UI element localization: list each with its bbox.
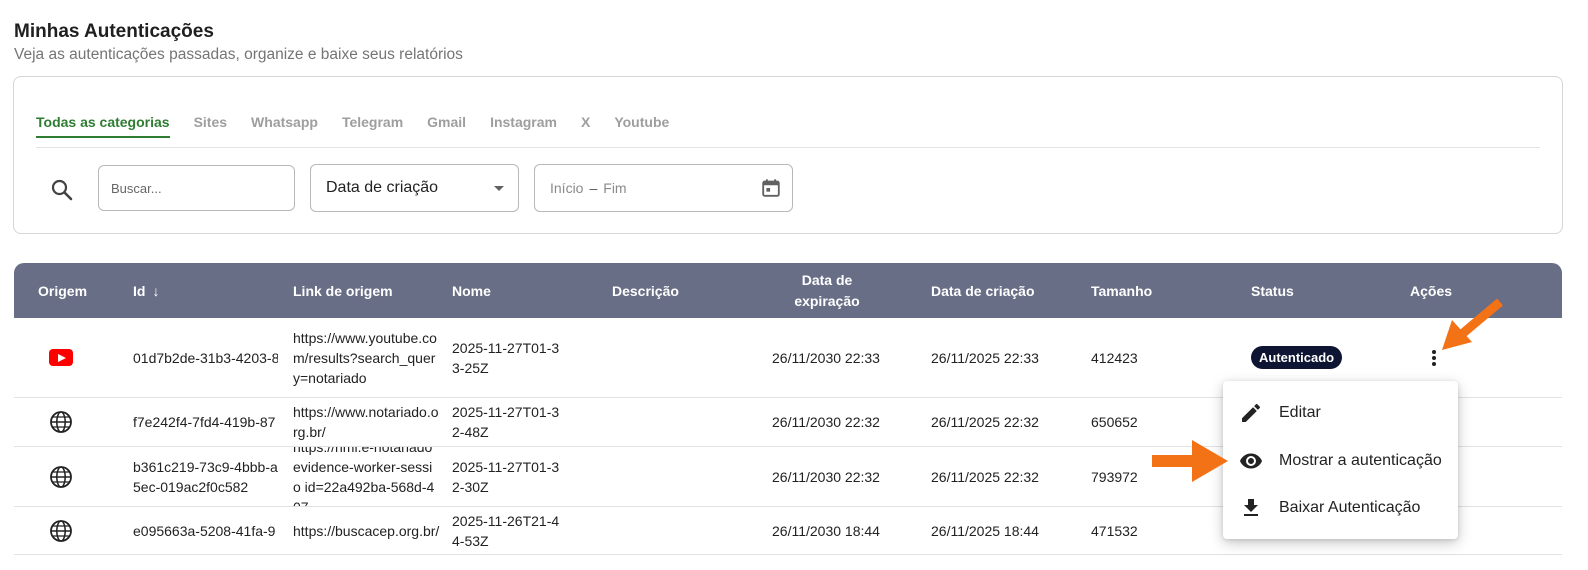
link-cell: https://buscacep.org.br/ [293,522,440,539]
name-cell: 2025-11-27T01-33-25Z [452,339,560,376]
id-cell: b361c219-73c9-4bbb-a5ec-019ac2f0c582 [133,458,278,495]
id-cell: 01d7b2de-31b3-4203-8 [133,349,278,366]
annotation-arrow-icon [1442,298,1503,350]
size-cell: 793972 [1091,468,1138,485]
pencil-icon [1242,403,1261,422]
menu-item-label: Baixar Autenticação [1279,498,1421,516]
col-tamanho: Tamanho [1091,282,1153,299]
tab-todas-as-categorias[interactable]: Todas as categorias [36,114,170,138]
origin-cell [49,447,73,506]
size-cell: 650652 [1091,414,1138,430]
col-nome: Nome [452,282,491,299]
col-descricao: Descrição [612,282,679,299]
expiration-cell: 26/11/2030 22:32 [772,468,880,485]
date-end-placeholder: Fim [603,180,627,196]
col-expiracao: Data de expiração [794,271,860,309]
expiration-cell: 26/11/2030 18:44 [772,522,880,539]
col-link: Link de origem [293,282,393,299]
eye-icon [1240,453,1262,468]
menu-item-baixar[interactable]: Baixar Autenticação [1223,484,1458,531]
name-cell: 2025-11-27T01-32-48Z [452,404,560,440]
origin-cell [49,398,73,446]
tab-whatsapp[interactable]: Whatsapp [251,114,318,138]
sort-select-value: Data de criação [326,179,439,196]
tab-gmail[interactable]: Gmail [427,114,466,138]
created-cell: 26/11/2025 22:32 [931,414,1039,430]
menu-item-editar[interactable]: Editar [1223,389,1458,436]
date-separator: – [589,180,598,196]
calendar-icon[interactable] [760,177,782,199]
filter-card: Todas as categorias Sites Whatsapp Teleg… [13,76,1563,234]
origin-cell [49,507,73,554]
col-criacao: Data de criação [931,282,1035,299]
col-id-label: Id [133,282,146,299]
row-actions-menu: Editar Mostrar a autenticação Baixar Aut… [1223,381,1458,539]
col-status: Status [1251,282,1294,299]
expiration-cell: 26/11/2030 22:33 [772,349,880,366]
page-title: Minhas Autenticações [14,21,214,42]
search-icon[interactable] [50,178,74,202]
category-tabs: Todas as categorias Sites Whatsapp Teleg… [36,114,693,138]
status-badge: Autenticado [1251,346,1343,369]
link-cell: https://hml.e-notariado evidence-worker-… [293,447,435,506]
date-start-placeholder: Início [550,180,584,196]
name-cell: 2025-11-26T21-44-53Z [452,512,560,549]
created-cell: 26/11/2025 22:32 [931,468,1039,485]
id-cell: e095663a-5208-41fa-9 [133,522,276,539]
link-cell: https://www.notariado.org.br/ [293,404,439,440]
tab-youtube[interactable]: Youtube [614,114,669,138]
created-cell: 26/11/2025 18:44 [931,522,1039,539]
id-cell: f7e242f4-7fd4-419b-87 [133,414,276,430]
created-cell: 26/11/2025 22:33 [931,349,1039,366]
tab-sites[interactable]: Sites [194,114,227,138]
expiration-cell: 26/11/2030 22:32 [772,414,880,430]
youtube-icon [49,349,73,366]
size-cell: 412423 [1091,349,1138,366]
menu-item-mostrar[interactable]: Mostrar a autenticação [1223,437,1458,484]
table-header: Origem Id ↓ Link de origem Nome Descriçã… [14,263,1562,318]
origin-cell [49,318,73,397]
tab-x[interactable]: X [581,114,590,138]
col-id[interactable]: Id ↓ [133,263,159,318]
page-subtitle: Veja as autenticações passadas, organize… [14,46,463,63]
name-cell: 2025-11-27T01-32-30Z [452,458,560,495]
annotation-arrow-icon [1152,440,1228,482]
globe-icon [50,519,72,542]
size-cell: 471532 [1091,522,1138,539]
tab-telegram[interactable]: Telegram [342,114,403,138]
menu-item-label: Editar [1279,403,1321,421]
date-range-picker[interactable]: Início – Fim [534,164,793,212]
tab-instagram[interactable]: Instagram [490,114,557,138]
download-icon [1244,498,1258,516]
menu-item-label: Mostrar a autenticação [1279,451,1442,469]
chevron-down-icon [494,186,504,191]
search-input[interactable] [98,165,295,211]
sort-down-icon[interactable]: ↓ [152,283,159,299]
sort-select[interactable]: Data de criação [310,164,519,212]
col-origem: Origem [38,282,88,299]
globe-icon [50,411,72,433]
link-cell: https://www.youtube.com/results?search_q… [293,329,437,386]
tabs-divider [36,147,1540,148]
globe-icon [50,465,72,488]
